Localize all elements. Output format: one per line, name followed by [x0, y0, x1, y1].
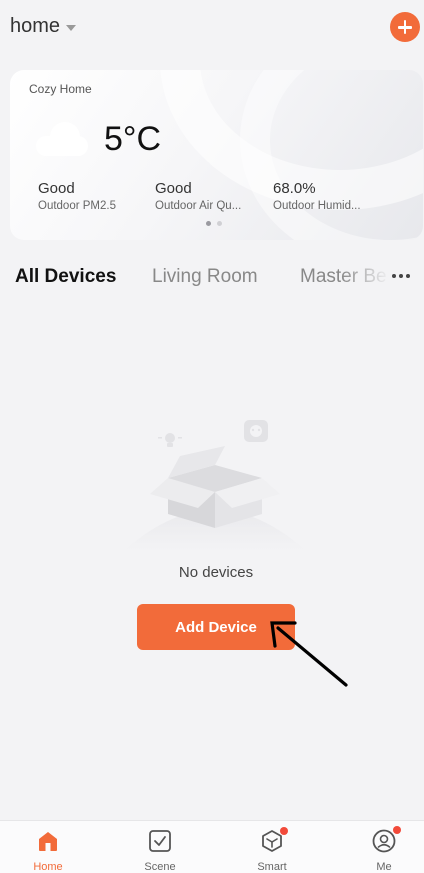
- notification-badge: [280, 827, 288, 835]
- tab-fade-overlay: [340, 262, 390, 294]
- add-plus-button[interactable]: [390, 12, 420, 42]
- notification-badge: [393, 826, 401, 834]
- page-dot: [217, 221, 222, 226]
- nav-label: Me: [376, 861, 392, 873]
- home-name: Cozy Home: [29, 82, 92, 96]
- nav-label: Scene: [144, 861, 176, 873]
- room-tabs: All Devices Living Room Master Be: [0, 262, 424, 294]
- empty-box-illustration: [125, 420, 305, 550]
- scene-check-icon: [149, 830, 171, 852]
- home-selector[interactable]: home: [10, 15, 77, 38]
- lightbulb-icon: [158, 433, 182, 447]
- metric-label: Outdoor Humid...: [273, 200, 361, 212]
- metric-humidity: 68.0% Outdoor Humid...: [273, 180, 361, 212]
- home-selector-label: home: [10, 15, 61, 37]
- more-tabs-button[interactable]: [392, 266, 418, 286]
- nav-scene[interactable]: Scene: [120, 821, 200, 873]
- open-box-icon: [150, 446, 280, 528]
- bottom-navigation: Home Scene Smart Me: [0, 820, 424, 873]
- tab-all-devices[interactable]: All Devices: [15, 266, 116, 288]
- metric-label: Outdoor Air Qu...: [155, 200, 242, 212]
- metric-label: Outdoor PM2.5: [38, 200, 116, 212]
- home-icon: [39, 832, 57, 851]
- page-dot-active: [206, 221, 211, 226]
- nav-home[interactable]: Home: [8, 821, 88, 873]
- nav-me[interactable]: Me: [344, 821, 424, 873]
- cloud-icon: [36, 122, 88, 156]
- metric-value: Good: [155, 180, 192, 197]
- empty-state-text: No devices: [178, 564, 254, 581]
- temperature: 5°C: [104, 120, 162, 158]
- metric-value: 68.0%: [273, 180, 316, 197]
- nav-smart[interactable]: Smart: [232, 821, 312, 873]
- card-background-swirl: [240, 70, 423, 240]
- smart-plug-icon: [244, 420, 268, 442]
- page-indicator: [206, 221, 222, 226]
- metric-air-quality: Good Outdoor Air Qu...: [155, 180, 241, 212]
- metric-value: Good: [38, 180, 75, 197]
- annotation-arrow-icon: [270, 621, 348, 687]
- nav-label: Smart: [257, 861, 287, 873]
- tab-living-room[interactable]: Living Room: [152, 266, 258, 288]
- caret-down-icon: [66, 24, 77, 31]
- weather-card[interactable]: Cozy Home 5°C Good Outdoor PM2.5 Good Ou…: [10, 70, 423, 240]
- nav-label: Home: [33, 861, 63, 873]
- top-bar: home: [0, 0, 424, 56]
- metric-pm25: Good Outdoor PM2.5: [38, 180, 116, 212]
